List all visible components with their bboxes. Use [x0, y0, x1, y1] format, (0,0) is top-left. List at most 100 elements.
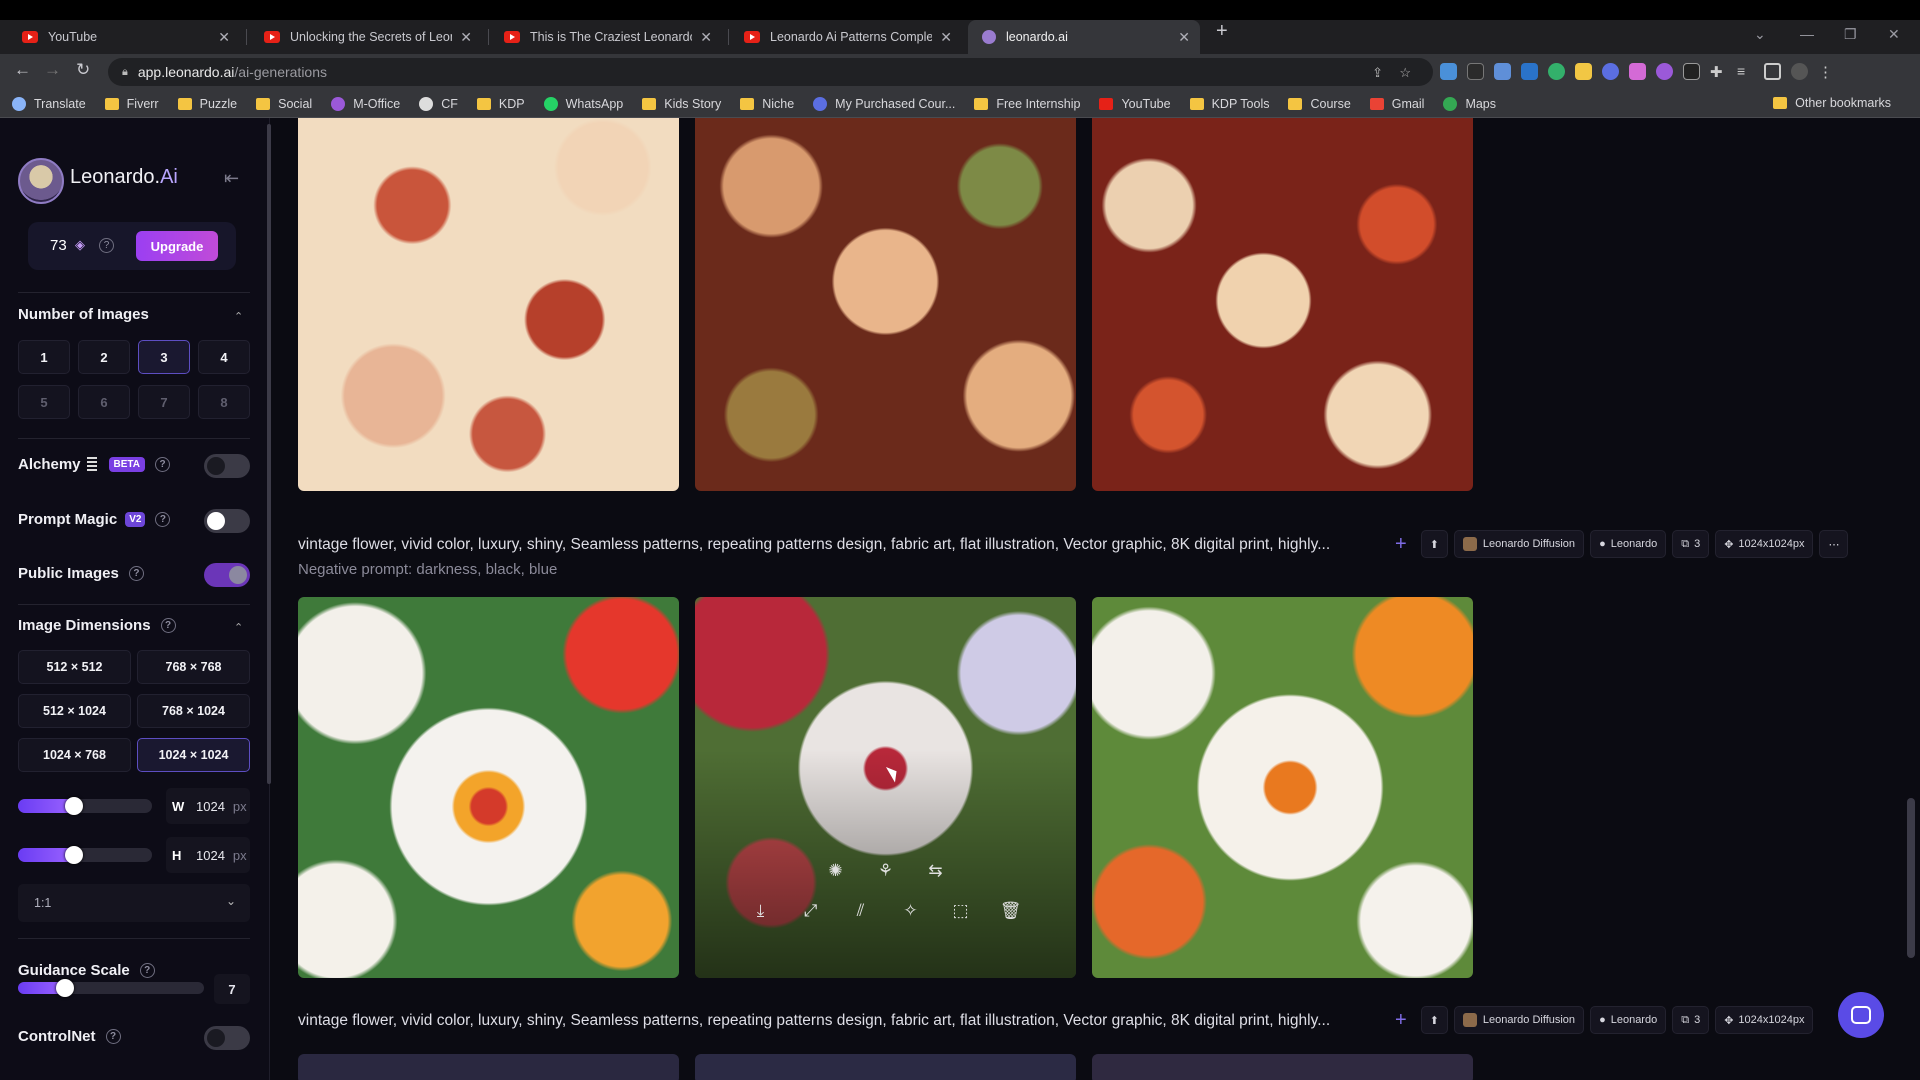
other-bookmarks[interactable]: Other bookmarks	[1773, 96, 1891, 110]
dimension-512x512[interactable]: 512 × 512	[18, 650, 131, 684]
dimension-768x1024[interactable]: 768 × 1024	[137, 694, 250, 728]
bookmark-item[interactable]: Kids Story	[642, 97, 721, 111]
address-bar[interactable]: 🔒︎ app.leonardo.ai/ai-generations ☆ ⇪	[108, 58, 1433, 86]
feed-scrollbar[interactable]	[1907, 798, 1915, 958]
extension-icon[interactable]	[1575, 63, 1592, 80]
swap-icon[interactable]: ⇆	[924, 859, 948, 883]
bookmark-item[interactable]: Niche	[740, 97, 794, 111]
avatar[interactable]	[1791, 63, 1808, 80]
alchemy-toggle[interactable]	[204, 454, 250, 478]
bookmark-item[interactable]: YouTube	[1099, 97, 1171, 111]
generated-image[interactable]	[695, 1054, 1076, 1080]
tab-craziest-leonardo[interactable]: This is The Craziest Leonardo.Ai ✕	[490, 20, 722, 54]
generated-image[interactable]: ✺ ⚘ ⇆ ⤓ ⤢ ⫽ ✧ ⬚ 🗑︎	[695, 597, 1076, 978]
generated-image[interactable]	[1092, 118, 1473, 491]
bookmark-item[interactable]: My Purchased Cour...	[813, 96, 955, 111]
bookmark-item[interactable]: Translate	[12, 96, 86, 111]
expand-icon[interactable]: ⤢	[799, 899, 823, 923]
chevron-up-icon[interactable]: ⌃	[234, 621, 243, 634]
plus-icon[interactable]: +	[1395, 1009, 1407, 1032]
close-window-button[interactable]: ✕	[1888, 26, 1900, 43]
width-slider[interactable]	[18, 799, 152, 813]
more-options-button[interactable]: ⋯	[1819, 530, 1849, 558]
dimension-1024x768[interactable]: 1024 × 768	[18, 738, 131, 772]
help-icon[interactable]: ?	[105, 1029, 121, 1044]
extension-icon[interactable]	[1683, 63, 1700, 80]
extension-icon[interactable]	[1521, 63, 1538, 80]
bookmark-item[interactable]: Free Internship	[974, 97, 1080, 111]
size-chip[interactable]: ✥ 1024x1024px	[1715, 530, 1814, 558]
tab-search-icon[interactable]: ⌄	[1754, 26, 1766, 43]
guidance-scale-handle[interactable]	[55, 979, 74, 997]
image-count-chip[interactable]: ⧉ 3	[1672, 1006, 1710, 1034]
extension-icon[interactable]	[1467, 63, 1484, 80]
help-icon[interactable]: ?	[160, 618, 176, 633]
download-icon[interactable]: ⤓	[749, 899, 773, 923]
close-tab-icon[interactable]: ✕	[218, 29, 230, 46]
model-chip[interactable]: Leonardo Diffusion	[1453, 530, 1585, 558]
extension-icon[interactable]	[1548, 63, 1565, 80]
aspect-ratio-select[interactable]: 1:1 ⌄	[18, 884, 250, 922]
maximize-button[interactable]: ❐	[1844, 26, 1857, 43]
tab-unlocking-secrets[interactable]: Unlocking the Secrets of Leonard ✕	[250, 20, 482, 54]
size-chip[interactable]: ✥ 1024x1024px	[1715, 1006, 1814, 1034]
chat-support-button[interactable]	[1838, 992, 1884, 1038]
puzzle-icon[interactable]: ✚	[1710, 63, 1727, 81]
width-field[interactable]: W 1024 px	[166, 788, 250, 824]
image-count-chip[interactable]: ⧉ 3	[1672, 530, 1710, 558]
tab-leonardo-patterns[interactable]: Leonardo Ai Patterns Complete G ✕	[730, 20, 962, 54]
bookmark-star-icon[interactable]: ☆	[1399, 65, 1411, 81]
generated-image[interactable]	[695, 118, 1076, 491]
num-images-8[interactable]: 8	[198, 385, 250, 419]
kebab-menu-icon[interactable]: ⋮	[1818, 63, 1835, 81]
bookmark-item[interactable]: M-Office	[331, 96, 400, 111]
upgrade-button[interactable]: Upgrade	[136, 231, 218, 261]
bookmark-item[interactable]: WhatsApp	[543, 96, 623, 111]
minimize-button[interactable]: —	[1800, 26, 1814, 42]
bookmark-item[interactable]: Gmail	[1369, 97, 1424, 111]
prompt-magic-toggle[interactable]	[204, 509, 250, 533]
bookmark-item[interactable]: Puzzle	[177, 97, 237, 111]
generated-image[interactable]	[1092, 1054, 1473, 1080]
upscale-icon[interactable]: ✺	[824, 859, 848, 883]
generated-image[interactable]	[1092, 597, 1473, 978]
num-images-2[interactable]: 2	[78, 340, 130, 374]
reload-icon[interactable]: ↻	[76, 60, 90, 80]
bookmark-item[interactable]: CF	[419, 96, 458, 111]
preset-chip[interactable]: ● Leonardo	[1590, 530, 1667, 558]
dimension-1024x1024[interactable]: 1024 × 1024	[137, 738, 250, 772]
num-images-5[interactable]: 5	[18, 385, 70, 419]
generated-image[interactable]	[298, 597, 679, 978]
side-panel-icon[interactable]	[1764, 63, 1781, 80]
help-icon[interactable]: ?	[155, 457, 171, 472]
num-images-7[interactable]: 7	[138, 385, 190, 419]
plus-icon[interactable]: +	[1395, 533, 1407, 556]
reuse-prompt-button[interactable]: ⬆	[1420, 530, 1448, 558]
generated-image[interactable]	[298, 118, 679, 491]
new-tab-button[interactable]: +	[1216, 20, 1228, 43]
bookmark-item[interactable]: KDP Tools	[1189, 97, 1269, 111]
height-field[interactable]: H 1024 px	[166, 837, 250, 873]
reading-list-icon[interactable]: ≡	[1737, 63, 1754, 80]
extension-icon[interactable]	[1629, 63, 1646, 80]
forward-icon[interactable]: →	[44, 60, 61, 80]
help-icon[interactable]: ?	[155, 512, 171, 527]
guidance-scale-value[interactable]: 7	[214, 974, 250, 1004]
back-icon[interactable]: ←	[14, 60, 31, 80]
num-images-4[interactable]: 4	[198, 340, 250, 374]
close-tab-icon[interactable]: ✕	[460, 29, 472, 46]
num-images-1[interactable]: 1	[18, 340, 70, 374]
extension-icon[interactable]	[1440, 63, 1457, 80]
tab-youtube[interactable]: YouTube ✕	[8, 20, 240, 54]
model-chip[interactable]: Leonardo Diffusion	[1453, 1006, 1585, 1034]
bookmark-item[interactable]: Course	[1288, 97, 1351, 111]
share-icon[interactable]: ⇪	[1372, 65, 1383, 81]
collapse-sidebar-icon[interactable]: ⇤	[224, 168, 239, 189]
guidance-scale-slider[interactable]	[18, 982, 204, 994]
num-images-3[interactable]: 3	[138, 340, 190, 374]
height-slider[interactable]	[18, 848, 152, 862]
extension-icon[interactable]	[1602, 63, 1619, 80]
help-icon[interactable]: ?	[139, 963, 155, 978]
trash-icon[interactable]: 🗑︎	[999, 899, 1023, 923]
crop-icon[interactable]: ⬚	[949, 899, 973, 923]
